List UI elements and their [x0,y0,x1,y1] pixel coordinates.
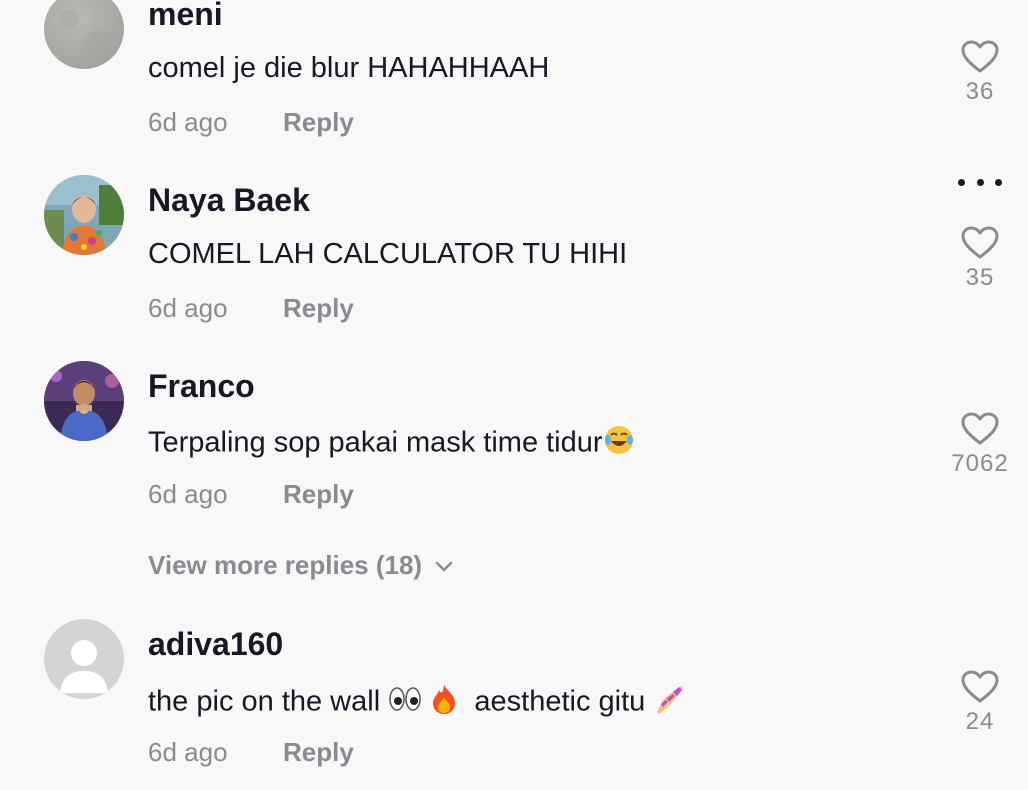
comment-text: comel je die blur HAHAHHAAH [148,52,550,84]
reply-button[interactable]: Reply [283,479,354,510]
heart-outline-icon [961,226,999,259]
view-more-replies-label: View more replies (18) [148,550,423,580]
reply-button[interactable]: Reply [283,107,354,138]
comment-timestamp: 6d ago [148,293,228,323]
like-count: 24 [965,708,995,735]
like-count: 35 [965,264,995,291]
like-count: 36 [965,78,995,105]
tears-of-joy-emoji [603,424,635,464]
comment-timestamp: 6d ago [148,107,228,137]
avatar[interactable] [44,619,124,699]
comment-text-part: aesthetic gitu [474,685,646,718]
avatar[interactable] [44,0,124,69]
avatar[interactable] [44,361,124,441]
comment-username[interactable]: adiva160 [148,626,283,663]
heart-outline-icon [961,412,999,445]
heart-outline-icon [961,40,999,73]
comment-timestamp: 6d ago [148,737,228,767]
chevron-down-icon [435,561,453,572]
comment-timestamp: 6d ago [148,479,228,509]
like-button[interactable]: 24 [940,670,1020,736]
avatar[interactable] [44,175,124,255]
like-button[interactable]: 7062 [940,412,1020,478]
more-options-icon[interactable] [958,170,1002,194]
view-more-replies-button[interactable]: View more replies (18) [148,550,454,581]
comment-text-content: Terpaling sop pakai mask time tidur [148,426,603,459]
nail-polish-emoji [653,682,687,724]
reply-button[interactable]: Reply [283,293,354,324]
comment-text-part: the pic on the wall [148,685,381,718]
comment-text: COMEL LAH CALCULATOR TU HIHI [148,238,628,270]
like-button[interactable]: 35 [940,226,1020,292]
eyes-emoji [388,685,422,721]
comment-text: Terpaling sop pakai mask time tidur [148,424,635,464]
fire-emoji [430,683,458,723]
reply-button[interactable]: Reply [283,737,354,768]
comment-username[interactable]: meni [148,0,223,33]
comment-username[interactable]: Franco [148,368,255,405]
like-button[interactable]: 36 [940,40,1020,106]
heart-outline-icon [961,670,999,703]
comment-text: the pic on the wall aesthetic gitu [148,682,687,724]
comment-username[interactable]: Naya Baek [148,182,310,219]
like-count: 7062 [951,450,1009,477]
